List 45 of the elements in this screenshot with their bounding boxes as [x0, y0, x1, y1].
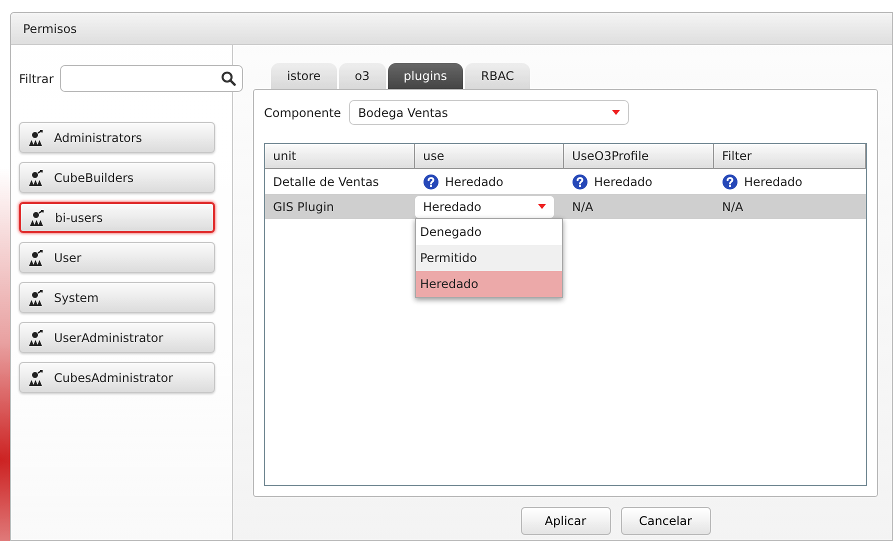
group-button[interactable]: CubesAdministrator: [19, 362, 215, 393]
column-header[interactable]: UseO3Profile: [564, 144, 714, 168]
component-label: Componente: [264, 104, 342, 122]
column-header[interactable]: unit: [265, 144, 415, 168]
user-group-icon: [28, 370, 44, 386]
user-group-icon: [28, 330, 44, 346]
help-icon: [572, 174, 588, 190]
user-group-icon: [28, 170, 44, 186]
tab[interactable]: istore: [271, 63, 337, 89]
group-button[interactable]: User: [19, 242, 215, 273]
dropdown-option[interactable]: Permitido: [416, 245, 562, 271]
column-header[interactable]: Filter: [714, 144, 866, 168]
dialog-button[interactable]: Aplicar: [520, 507, 610, 535]
group-button[interactable]: Administrators: [19, 122, 215, 153]
component-select[interactable]: Bodega Ventas: [349, 100, 630, 125]
filter-field[interactable]: [60, 65, 243, 92]
table-cell-text: N/A: [722, 198, 744, 216]
tab[interactable]: RBAC: [465, 63, 530, 89]
user-group-icon: [29, 210, 45, 226]
group-button[interactable]: bi-users: [19, 202, 215, 233]
permission-select[interactable]: Heredado: [415, 196, 554, 218]
column-header[interactable]: use: [415, 144, 564, 168]
group-button[interactable]: System: [19, 282, 215, 313]
window-title: Permisos: [11, 13, 892, 45]
table-cell-text: Detalle de Ventas: [273, 174, 379, 190]
table-row[interactable]: Detalle de Ventas Heredado Heredado Heredado: [265, 169, 866, 194]
group-button[interactable]: UserAdministrator: [19, 322, 215, 353]
filter-label: Filtrar: [19, 70, 54, 88]
status-text: Heredado: [744, 174, 802, 190]
help-icon: [722, 174, 738, 190]
tab[interactable]: plugins: [388, 63, 464, 89]
user-group-icon: [28, 250, 44, 266]
search-icon: [220, 71, 236, 86]
help-icon: [423, 174, 439, 190]
status-text: Heredado: [445, 174, 504, 190]
table-cell-text: N/A: [572, 198, 594, 216]
tab[interactable]: o3: [338, 63, 386, 89]
group-button[interactable]: CubeBuilders: [19, 162, 215, 193]
dropdown-option[interactable]: Heredado: [416, 271, 562, 297]
status-text: Heredado: [594, 174, 652, 190]
table-cell-text: GIS Plugin: [273, 198, 334, 216]
user-group-icon: [28, 130, 44, 146]
dialog-button[interactable]: Cancelar: [620, 507, 710, 535]
dropdown-option[interactable]: Denegado: [416, 219, 562, 245]
user-group-icon: [28, 290, 44, 306]
